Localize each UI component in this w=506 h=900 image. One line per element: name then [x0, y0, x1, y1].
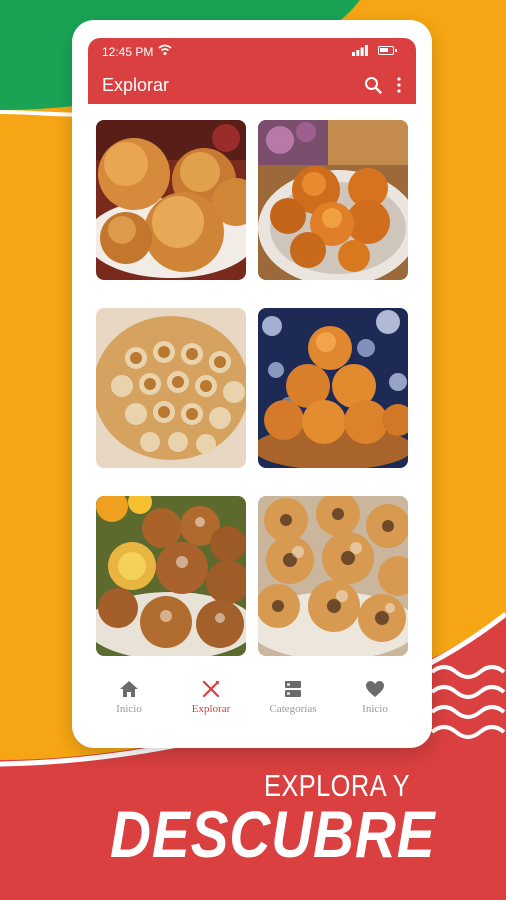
nav-label: Categorías — [269, 703, 317, 715]
food-image-rosette-cookies — [96, 308, 246, 468]
food-card[interactable] — [96, 120, 246, 280]
utensils-icon — [202, 680, 220, 698]
home-icon — [120, 681, 138, 697]
nav-item-categorias[interactable]: Categorías — [252, 680, 334, 730]
food-card[interactable] — [96, 496, 246, 656]
promo-line-2: DESCUBRE — [110, 797, 436, 871]
phone-frame: 12:45 PM Explorar Inicio Explorar Catego… — [72, 20, 432, 748]
food-image-mini-donuts — [258, 496, 408, 656]
food-grid — [72, 20, 432, 748]
nav-item-explorar[interactable]: Explorar — [170, 680, 252, 730]
nav-item-favoritos[interactable]: Inicio — [334, 680, 416, 730]
food-card[interactable] — [258, 120, 408, 280]
food-image-sugared-fritters — [96, 496, 246, 656]
food-card[interactable] — [96, 308, 246, 468]
food-image-glazed-fritters — [258, 120, 408, 280]
categories-icon — [285, 681, 301, 697]
food-card[interactable] — [258, 308, 408, 468]
nav-label: Explorar — [191, 703, 231, 715]
nav-item-inicio[interactable]: Inicio — [88, 680, 170, 730]
bottom-navigation: Inicio Explorar Categorías Inicio — [88, 680, 416, 730]
nav-label: Inicio — [116, 703, 142, 715]
heart-icon — [366, 681, 384, 697]
nav-label: Inicio — [362, 703, 388, 715]
food-image-round-fritters — [96, 120, 246, 280]
food-image-fritter-pyramid — [258, 308, 408, 468]
food-card[interactable] — [258, 496, 408, 656]
